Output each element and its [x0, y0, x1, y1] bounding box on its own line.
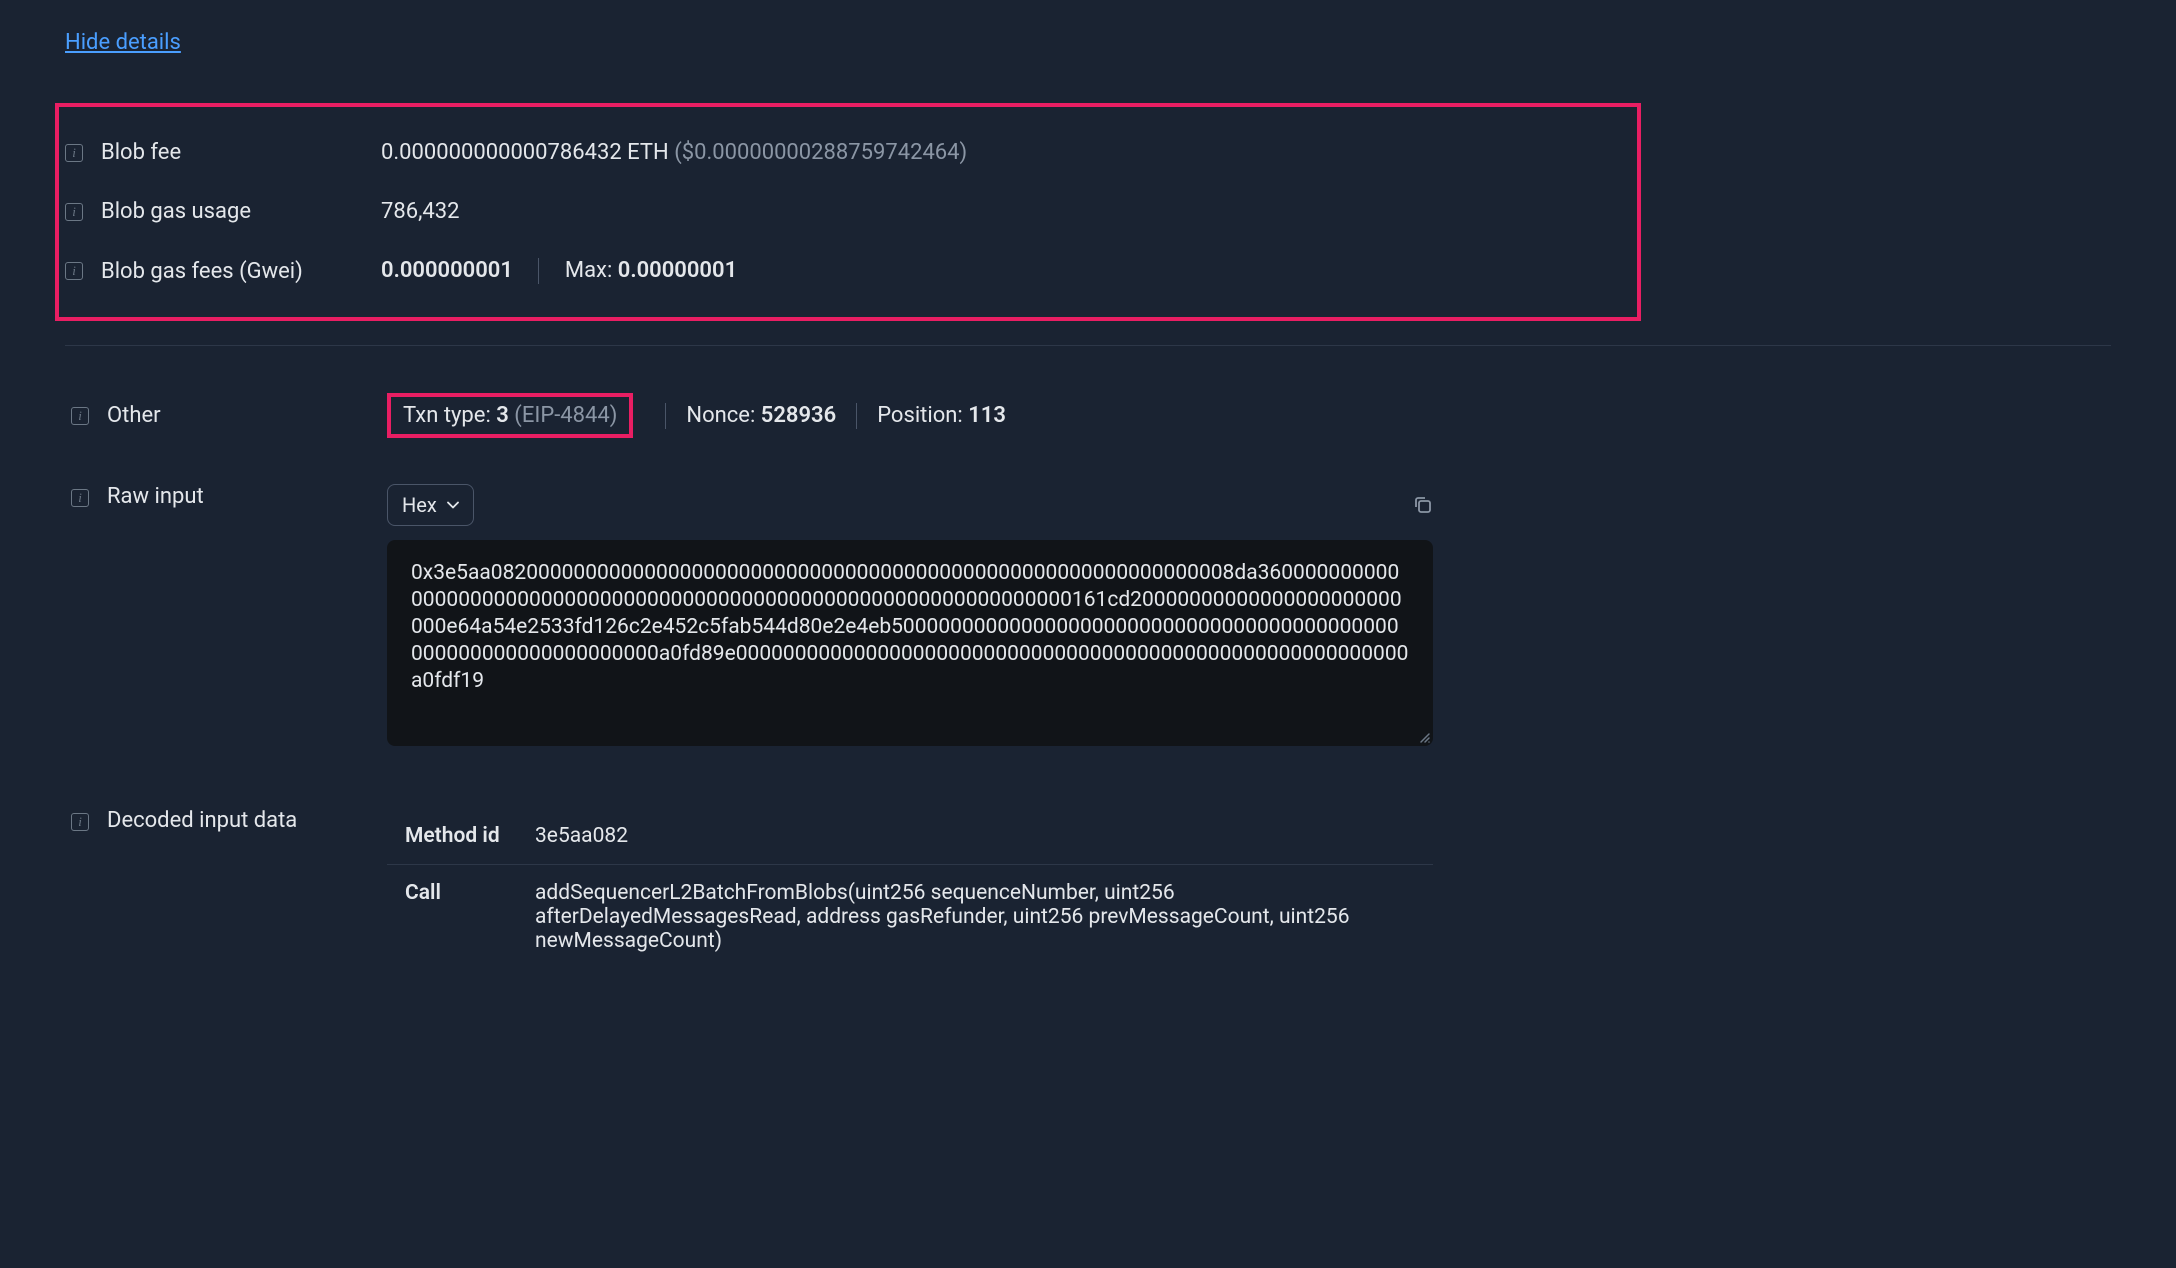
copy-icon[interactable]	[1413, 495, 1433, 515]
raw-input-value-container: Hex 0x3e5aa08200000000000000000000000000…	[387, 484, 2111, 746]
blob-gas-usage-label: Blob gas usage	[101, 199, 381, 224]
call-label: Call	[405, 881, 535, 953]
other-label: Other	[107, 403, 387, 428]
blob-gas-fees-value: 0.000000001 Max: 0.00000001	[381, 258, 737, 284]
nonce-label: Nonce:	[686, 403, 755, 428]
blob-gas-fees-amount: 0.000000001	[381, 258, 513, 283]
blob-gas-fees-label: Blob gas fees (Gwei)	[101, 259, 381, 284]
position-label: Position:	[877, 403, 963, 428]
decoded-input-row: i Decoded input data Method id 3e5aa082 …	[65, 791, 2111, 986]
format-select[interactable]: Hex	[387, 484, 474, 526]
blob-gas-fees-row: i Blob gas fees (Gwei) 0.000000001 Max: …	[59, 241, 1637, 301]
txn-type-highlight: Txn type: 3 (EIP-4844)	[387, 393, 633, 438]
call-value: addSequencerL2BatchFromBlobs(uint256 seq…	[535, 881, 1415, 953]
blob-fee-label: Blob fee	[101, 140, 381, 165]
other-row: i Other Txn type: 3 (EIP-4844) Nonce: 52…	[65, 376, 2111, 455]
method-id-label: Method id	[405, 824, 535, 848]
raw-input-container: 0x3e5aa082000000000000000000000000000000…	[387, 540, 1433, 746]
blob-fee-eth: 0.000000000000786432 ETH	[381, 140, 669, 165]
other-value: Txn type: 3 (EIP-4844) Nonce: 528936 Pos…	[387, 393, 1006, 438]
blob-gas-usage-value: 786,432	[381, 199, 460, 224]
decoded-input-container: Method id 3e5aa082 Call addSequencerL2Ba…	[387, 808, 2111, 969]
decoded-table: Method id 3e5aa082 Call addSequencerL2Ba…	[387, 808, 1433, 969]
chevron-down-icon	[447, 501, 459, 509]
divider	[856, 403, 857, 429]
nonce-value: 528936	[761, 403, 836, 428]
resize-handle-icon[interactable]	[1415, 728, 1431, 744]
info-icon[interactable]: i	[65, 203, 83, 221]
raw-input-hex: 0x3e5aa082000000000000000000000000000000…	[411, 561, 1408, 693]
txn-type-label: Txn type:	[403, 403, 491, 428]
info-icon[interactable]: i	[65, 262, 83, 280]
format-select-value: Hex	[402, 493, 437, 517]
decoded-input-label: Decoded input data	[107, 808, 387, 833]
blob-gas-fees-max-label: Max:	[565, 258, 612, 283]
info-icon[interactable]: i	[65, 144, 83, 162]
method-id-value: 3e5aa082	[535, 824, 628, 848]
blob-fee-usd: ($0.00000000288759742464)	[674, 140, 967, 165]
divider	[665, 403, 666, 429]
blob-gas-fees-max-value: 0.00000001	[618, 258, 737, 283]
raw-input-label: Raw input	[107, 484, 387, 509]
raw-input-row: i Raw input Hex 0x3e5aa08200000000000000…	[65, 467, 2111, 763]
blob-fee-row: i Blob fee 0.000000000000786432 ETH ($0.…	[59, 123, 1637, 182]
blob-gas-usage-row: i Blob gas usage 786,432	[59, 182, 1637, 241]
info-icon[interactable]: i	[71, 813, 89, 831]
raw-input-textarea[interactable]: 0x3e5aa082000000000000000000000000000000…	[387, 540, 1433, 746]
section-divider	[65, 345, 2111, 346]
info-icon[interactable]: i	[71, 407, 89, 425]
decoded-method-id-row: Method id 3e5aa082	[387, 808, 1433, 865]
blob-section-highlight: i Blob fee 0.000000000000786432 ETH ($0.…	[55, 103, 1641, 321]
blob-fee-value: 0.000000000000786432 ETH ($0.00000000288…	[381, 140, 967, 165]
decoded-call-row: Call addSequencerL2BatchFromBlobs(uint25…	[387, 865, 1433, 969]
hide-details-link[interactable]: Hide details	[65, 30, 181, 55]
txn-type-extra: (EIP-4844)	[514, 403, 617, 428]
divider	[538, 258, 539, 284]
txn-type-value: 3	[496, 403, 509, 428]
position-value: 113	[968, 403, 1006, 428]
info-icon[interactable]: i	[71, 489, 89, 507]
